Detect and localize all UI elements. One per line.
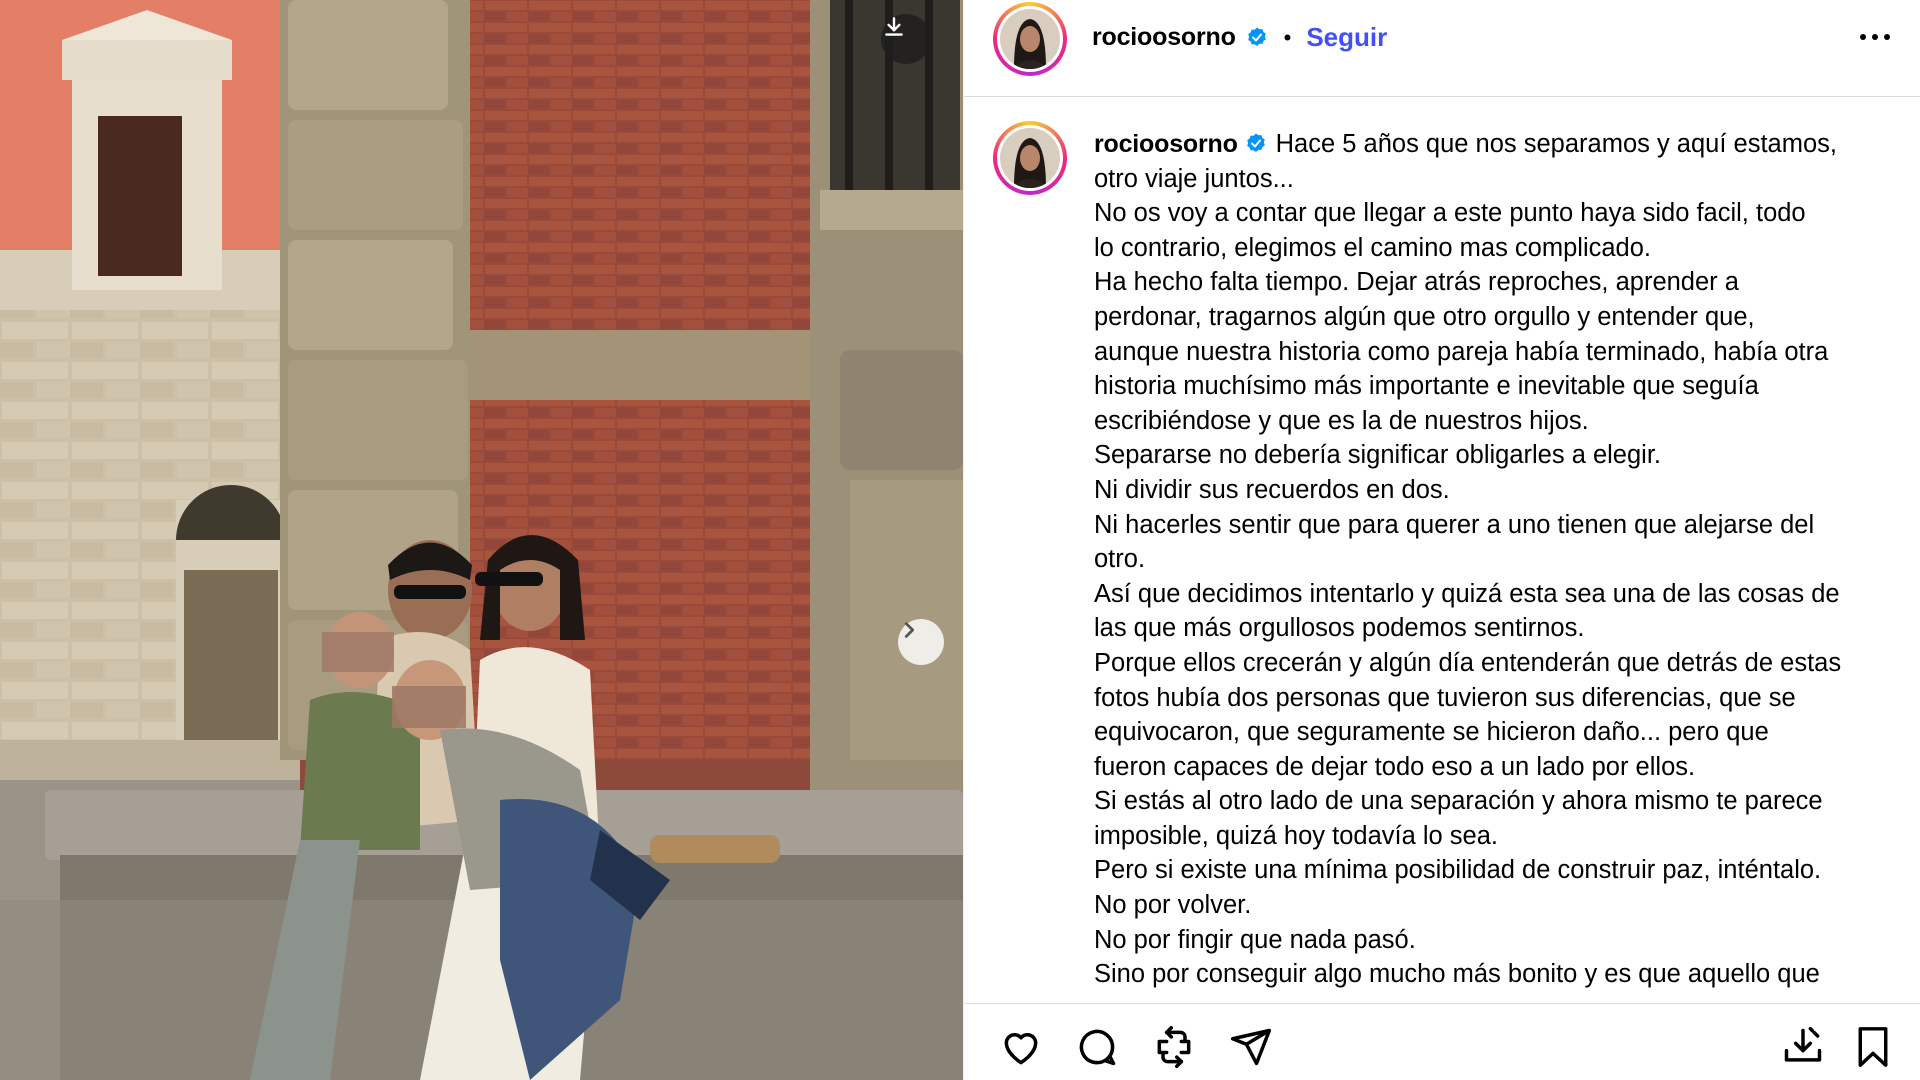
heart-icon xyxy=(999,1025,1043,1074)
post-photo[interactable] xyxy=(0,0,963,1080)
caption-text-line: otro viaje juntos... xyxy=(1094,164,1294,193)
bookmark-button[interactable] xyxy=(1850,1026,1896,1072)
more-options-icon xyxy=(1859,28,1891,46)
caption-text-line: lo contrario, elegimos el camino mas com… xyxy=(1094,233,1651,262)
save-to-device-button[interactable] xyxy=(1780,1026,1826,1072)
caption-text-line: Si estás al otro lado de una separación … xyxy=(1094,787,1823,816)
next-photo-button[interactable] xyxy=(898,619,944,665)
more-options-button[interactable] xyxy=(1855,22,1895,52)
caption-text-line: Ni hacerles sentir que para querer a uno… xyxy=(1094,510,1815,539)
caption-author-avatar[interactable] xyxy=(993,121,1067,195)
caption-username[interactable]: rocioosorno xyxy=(1094,130,1238,158)
like-button[interactable] xyxy=(998,1026,1044,1072)
caption-text-line: Ni dividir sus recuerdos en dos. xyxy=(1094,475,1450,504)
caption-text-line: otro. xyxy=(1094,545,1146,574)
download-tray-icon xyxy=(1781,1025,1825,1074)
caption-line-first: rocioosorno Hace 5 años que nos separamo… xyxy=(1094,127,1894,162)
bookmark-icon xyxy=(1853,1025,1893,1074)
caption-text-line: imposible, quizá hoy todavía lo sea. xyxy=(1094,821,1498,850)
caption-text-line: aunque nuestra historia como pareja habí… xyxy=(1094,337,1829,366)
caption-text-line: Separarse no debería significar obligarl… xyxy=(1094,441,1662,470)
photo-illustration xyxy=(0,0,963,1080)
caption-text-line: escribiéndose y que es la de nuestros hi… xyxy=(1094,406,1589,435)
download-button[interactable] xyxy=(881,14,931,64)
comment-button[interactable] xyxy=(1074,1026,1120,1072)
caption-text-line: No por volver. xyxy=(1094,891,1252,920)
caption-text-line: No os voy a contar que llegar a este pun… xyxy=(1094,199,1806,228)
caption-text-line: las que más orgullosos podemos sentirnos… xyxy=(1094,614,1585,643)
caption-text-line: fueron capaces de dejar todo eso a un la… xyxy=(1094,752,1696,781)
caption-text-line: No por fingir que nada pasó. xyxy=(1094,925,1416,954)
caption-text-line: historia muchísimo más importante e inev… xyxy=(1094,372,1759,401)
send-icon xyxy=(1229,1025,1273,1074)
repost-button[interactable] xyxy=(1151,1025,1197,1074)
post-header: rocioosorno • Seguir xyxy=(964,0,1920,97)
author-username[interactable]: rocioosorno xyxy=(1092,23,1236,52)
caption-text-line: fotos hubía dos personas que tuvieron su… xyxy=(1094,683,1796,712)
follow-button[interactable]: Seguir xyxy=(1306,22,1387,53)
comment-icon xyxy=(1075,1025,1119,1074)
caption-text-line: Hace 5 años que nos separamos y aquí est… xyxy=(1275,130,1837,158)
post-caption: rocioosorno Hace 5 años que nos separamo… xyxy=(1094,127,1894,992)
caption-text-line: Pero si existe una mínima posibilidad de… xyxy=(1094,856,1822,885)
caption-text-line: equivocaron, que seguramente se hicieron… xyxy=(1094,718,1769,747)
separator-dot: • xyxy=(1283,24,1292,50)
caption-text-line: perdonar, tragarnos algún que otro orgul… xyxy=(1094,302,1755,331)
share-button[interactable] xyxy=(1228,1026,1274,1072)
repost-icon xyxy=(1152,1025,1196,1074)
caption-text-line: Porque ellos crecerán y algún día entend… xyxy=(1094,648,1842,677)
verified-badge-icon xyxy=(1244,131,1268,155)
caption-text-line: Así que decidimos intentarlo y quizá est… xyxy=(1094,579,1840,608)
author-avatar[interactable] xyxy=(993,2,1067,76)
post-panel: rocioosorno • Seguir rocioosorno Hace 5 … xyxy=(963,0,1920,1080)
verified-badge-icon xyxy=(1245,26,1269,50)
caption-text-line: Sino por conseguir algo mucho más bonito… xyxy=(1094,960,1820,989)
post-actions-bar xyxy=(964,1003,1920,1080)
caption-text-line: Ha hecho falta tiempo. Dejar atrás repro… xyxy=(1094,268,1739,297)
